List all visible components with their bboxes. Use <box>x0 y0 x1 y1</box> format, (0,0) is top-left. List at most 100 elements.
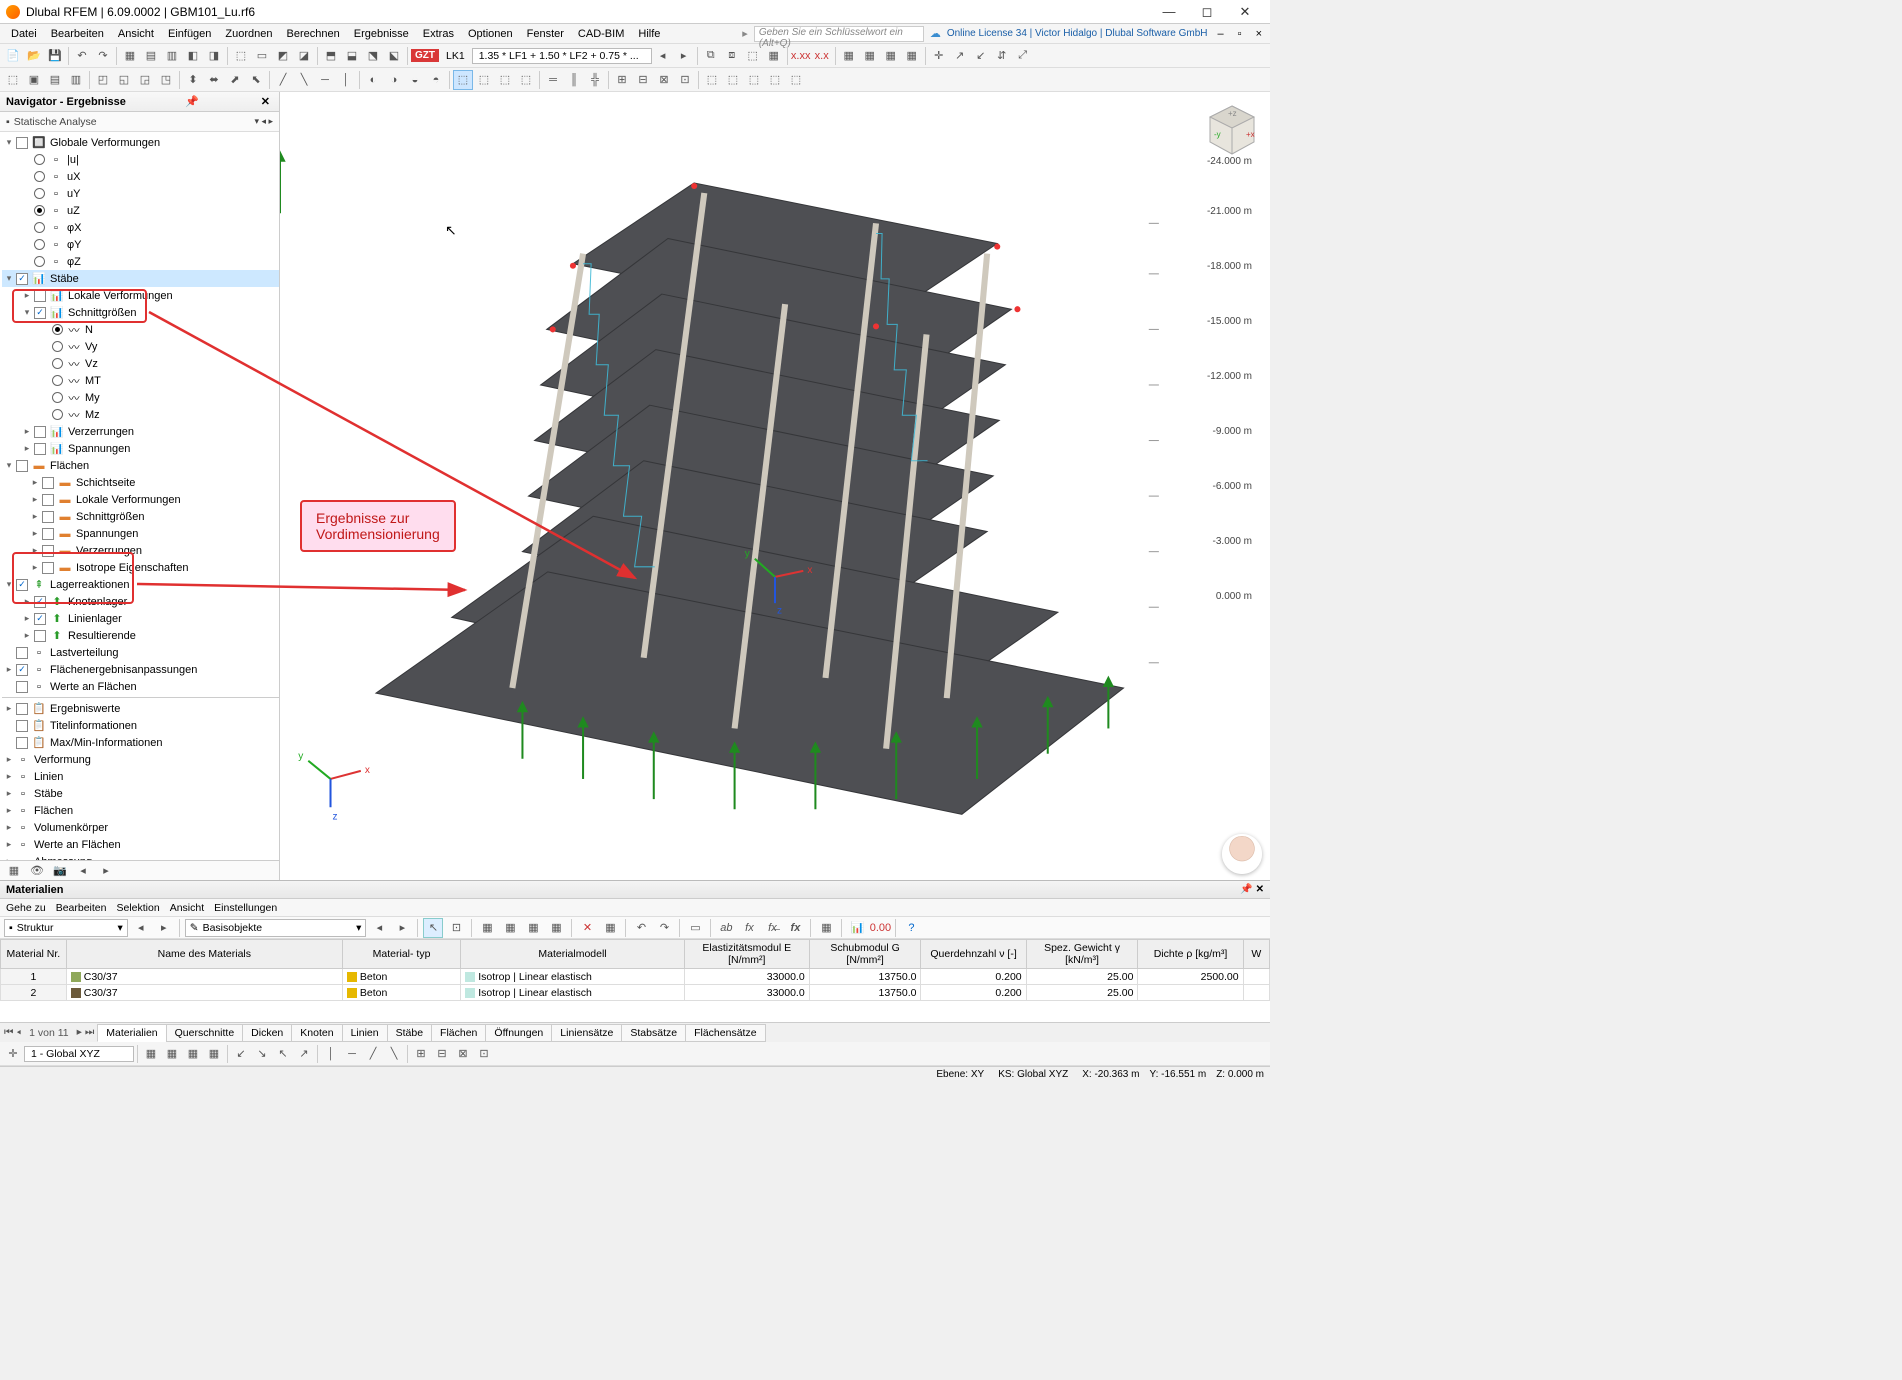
tool-icon[interactable]: ↗ <box>294 1044 314 1064</box>
mat-menu-sel[interactable]: Selektion <box>117 902 160 914</box>
tool-icon[interactable]: ⬚ <box>744 70 764 90</box>
navigator-subtitle[interactable]: ▪Statische Analyse ▾ ◂ ▸ <box>0 112 279 132</box>
menu-fenster[interactable]: Fenster <box>520 26 571 42</box>
tool-icon[interactable]: │ <box>336 70 356 90</box>
tool-icon[interactable]: ⬓ <box>342 46 362 66</box>
tool-icon[interactable]: ⬚ <box>3 70 23 90</box>
tab-staebe[interactable]: Stäbe <box>387 1024 432 1042</box>
tool-icon[interactable]: ab <box>716 918 736 938</box>
assistant-avatar[interactable] <box>1222 834 1262 874</box>
menu-cadbim[interactable]: CAD-BIM <box>571 26 631 42</box>
tab-flaechensaetze[interactable]: Flächensätze <box>685 1024 765 1042</box>
results-tree[interactable]: ▾🔲Globale Verformungen ▫|u| ▫uX ▫uY ▫uZ … <box>0 132 279 860</box>
tool-icon[interactable]: ↗ <box>950 46 970 66</box>
tool-icon[interactable]: x.xx <box>791 46 811 66</box>
tool-icon[interactable]: ⬍ <box>183 70 203 90</box>
minimize-button[interactable]: — <box>1150 1 1188 23</box>
tab-linien[interactable]: Linien <box>342 1024 388 1042</box>
cs-icon[interactable]: ✛ <box>3 1044 23 1064</box>
tool-icon[interactable]: ◪ <box>294 46 314 66</box>
undo-icon[interactable]: ↶ <box>72 46 92 66</box>
tool-icon[interactable]: ╱ <box>363 1044 383 1064</box>
tool-icon[interactable]: ▤ <box>45 70 65 90</box>
tool-icon[interactable]: ─ <box>315 70 335 90</box>
tool-icon[interactable]: ⬚ <box>516 70 536 90</box>
tool-icon[interactable]: ◱ <box>114 70 134 90</box>
menu-zuordnen[interactable]: Zuordnen <box>218 26 279 42</box>
save-icon[interactable]: 💾 <box>45 46 65 66</box>
new-icon[interactable]: 📄 <box>3 46 23 66</box>
tool-icon[interactable]: ⊠ <box>654 70 674 90</box>
tool-icon[interactable]: ◲ <box>135 70 155 90</box>
tool-icon[interactable]: ▦ <box>839 46 859 66</box>
tool-icon[interactable]: ▦ <box>120 46 140 66</box>
tool-icon[interactable]: ◐ <box>363 70 383 90</box>
tool-icon[interactable]: 📊 <box>847 918 867 938</box>
tab-oeffnungen[interactable]: Öffnungen <box>485 1024 552 1042</box>
tool-icon[interactable]: ▭ <box>685 918 705 938</box>
tool-icon[interactable]: ▦ <box>764 46 784 66</box>
tool-icon[interactable]: ▤ <box>141 46 161 66</box>
pin-icon[interactable]: 📌 <box>182 95 202 108</box>
panel-pin-icon[interactable]: 📌 ✕ <box>1240 884 1264 895</box>
tool-icon[interactable]: ◰ <box>93 70 113 90</box>
tool-icon[interactable]: ⬚ <box>474 70 494 90</box>
fx-icon[interactable]: fx̶ <box>762 918 782 938</box>
axes-icon[interactable]: ✛ <box>929 46 949 66</box>
tool-icon[interactable]: ↖ <box>273 1044 293 1064</box>
tool-icon[interactable]: ▦ <box>600 918 620 938</box>
tool-icon[interactable]: ⬔ <box>363 46 383 66</box>
tool-icon[interactable]: ╬ <box>585 70 605 90</box>
loadcombo-dropdown[interactable]: 1.35 * LF1 + 1.50 * LF2 + 0.75 * ... <box>472 48 652 64</box>
tool-icon[interactable]: ↘ <box>252 1044 272 1064</box>
tool-icon[interactable]: ⇵ <box>992 46 1012 66</box>
nav-ft-cam-icon[interactable]: 📷 <box>50 861 70 881</box>
tool-icon[interactable]: ▦ <box>204 1044 224 1064</box>
tool-icon[interactable]: ◨ <box>204 46 224 66</box>
tool-icon[interactable]: ⊟ <box>432 1044 452 1064</box>
mat-menu-edit[interactable]: Bearbeiten <box>56 902 107 914</box>
tool-icon[interactable]: ╲ <box>384 1044 404 1064</box>
struktur-combo[interactable]: ▪ Struktur ▾ <box>4 919 128 937</box>
tab-stabsaetze[interactable]: Stabsätze <box>621 1024 686 1042</box>
menu-einfuegen[interactable]: Einfügen <box>161 26 218 42</box>
mdi-max-icon[interactable]: ▫ <box>1234 28 1246 40</box>
tool-icon[interactable]: x.x <box>812 46 832 66</box>
nav-ft-icon[interactable]: ▦ <box>4 861 24 881</box>
tool-icon[interactable]: ◩ <box>273 46 293 66</box>
tool-icon[interactable]: ⬈ <box>225 70 245 90</box>
tool-icon[interactable]: ═ <box>543 70 563 90</box>
tool-icon[interactable]: ⊡ <box>675 70 695 90</box>
tool-icon[interactable]: ⧈ <box>722 46 742 66</box>
fx-icon[interactable]: fx <box>739 918 759 938</box>
tool-icon[interactable]: ⧉ <box>701 46 721 66</box>
tool-icon[interactable]: ⤢ <box>1013 46 1033 66</box>
tool-icon[interactable]: 0.00 <box>870 918 890 938</box>
mdi-close-icon[interactable]: × <box>1252 28 1266 40</box>
materials-table[interactable]: Material Nr. Name des Materials Material… <box>0 939 1270 1022</box>
tool-icon[interactable]: ⊡ <box>474 1044 494 1064</box>
tool-icon[interactable]: ─ <box>342 1044 362 1064</box>
3d-viewport[interactable]: x y z x y z -24. <box>280 92 1270 880</box>
tool-icon[interactable]: │ <box>321 1044 341 1064</box>
tool-icon[interactable]: ▣ <box>24 70 44 90</box>
tool-icon[interactable]: ▦ <box>477 918 497 938</box>
tab-materialien[interactable]: Materialien <box>97 1024 166 1042</box>
mat-menu-goto[interactable]: Gehe zu <box>6 902 46 914</box>
tool-icon[interactable]: ⊟ <box>633 70 653 90</box>
tool-icon[interactable]: ⊞ <box>411 1044 431 1064</box>
tool-icon[interactable]: ▦ <box>546 918 566 938</box>
tool-icon[interactable]: ▦ <box>860 46 880 66</box>
tool-icon[interactable]: ⊡ <box>446 918 466 938</box>
menu-datei[interactable]: Datei <box>4 26 44 42</box>
nav-ft-icon[interactable]: ▸ <box>96 861 116 881</box>
loadcase-label[interactable]: LK1 <box>440 50 471 62</box>
tool-icon[interactable]: ▦ <box>816 918 836 938</box>
tool-icon[interactable]: ▦ <box>500 918 520 938</box>
tool-icon[interactable]: ◒ <box>405 70 425 90</box>
help-icon[interactable]: ? <box>901 918 921 938</box>
tool-icon[interactable]: ▥ <box>66 70 86 90</box>
open-icon[interactable]: 📂 <box>24 46 44 66</box>
materials-tabs[interactable]: ⏮ ◂ 1 von 11 ▸ ⏭ Materialien Querschnitt… <box>0 1022 1270 1042</box>
tool-icon[interactable]: ⬚ <box>231 46 251 66</box>
